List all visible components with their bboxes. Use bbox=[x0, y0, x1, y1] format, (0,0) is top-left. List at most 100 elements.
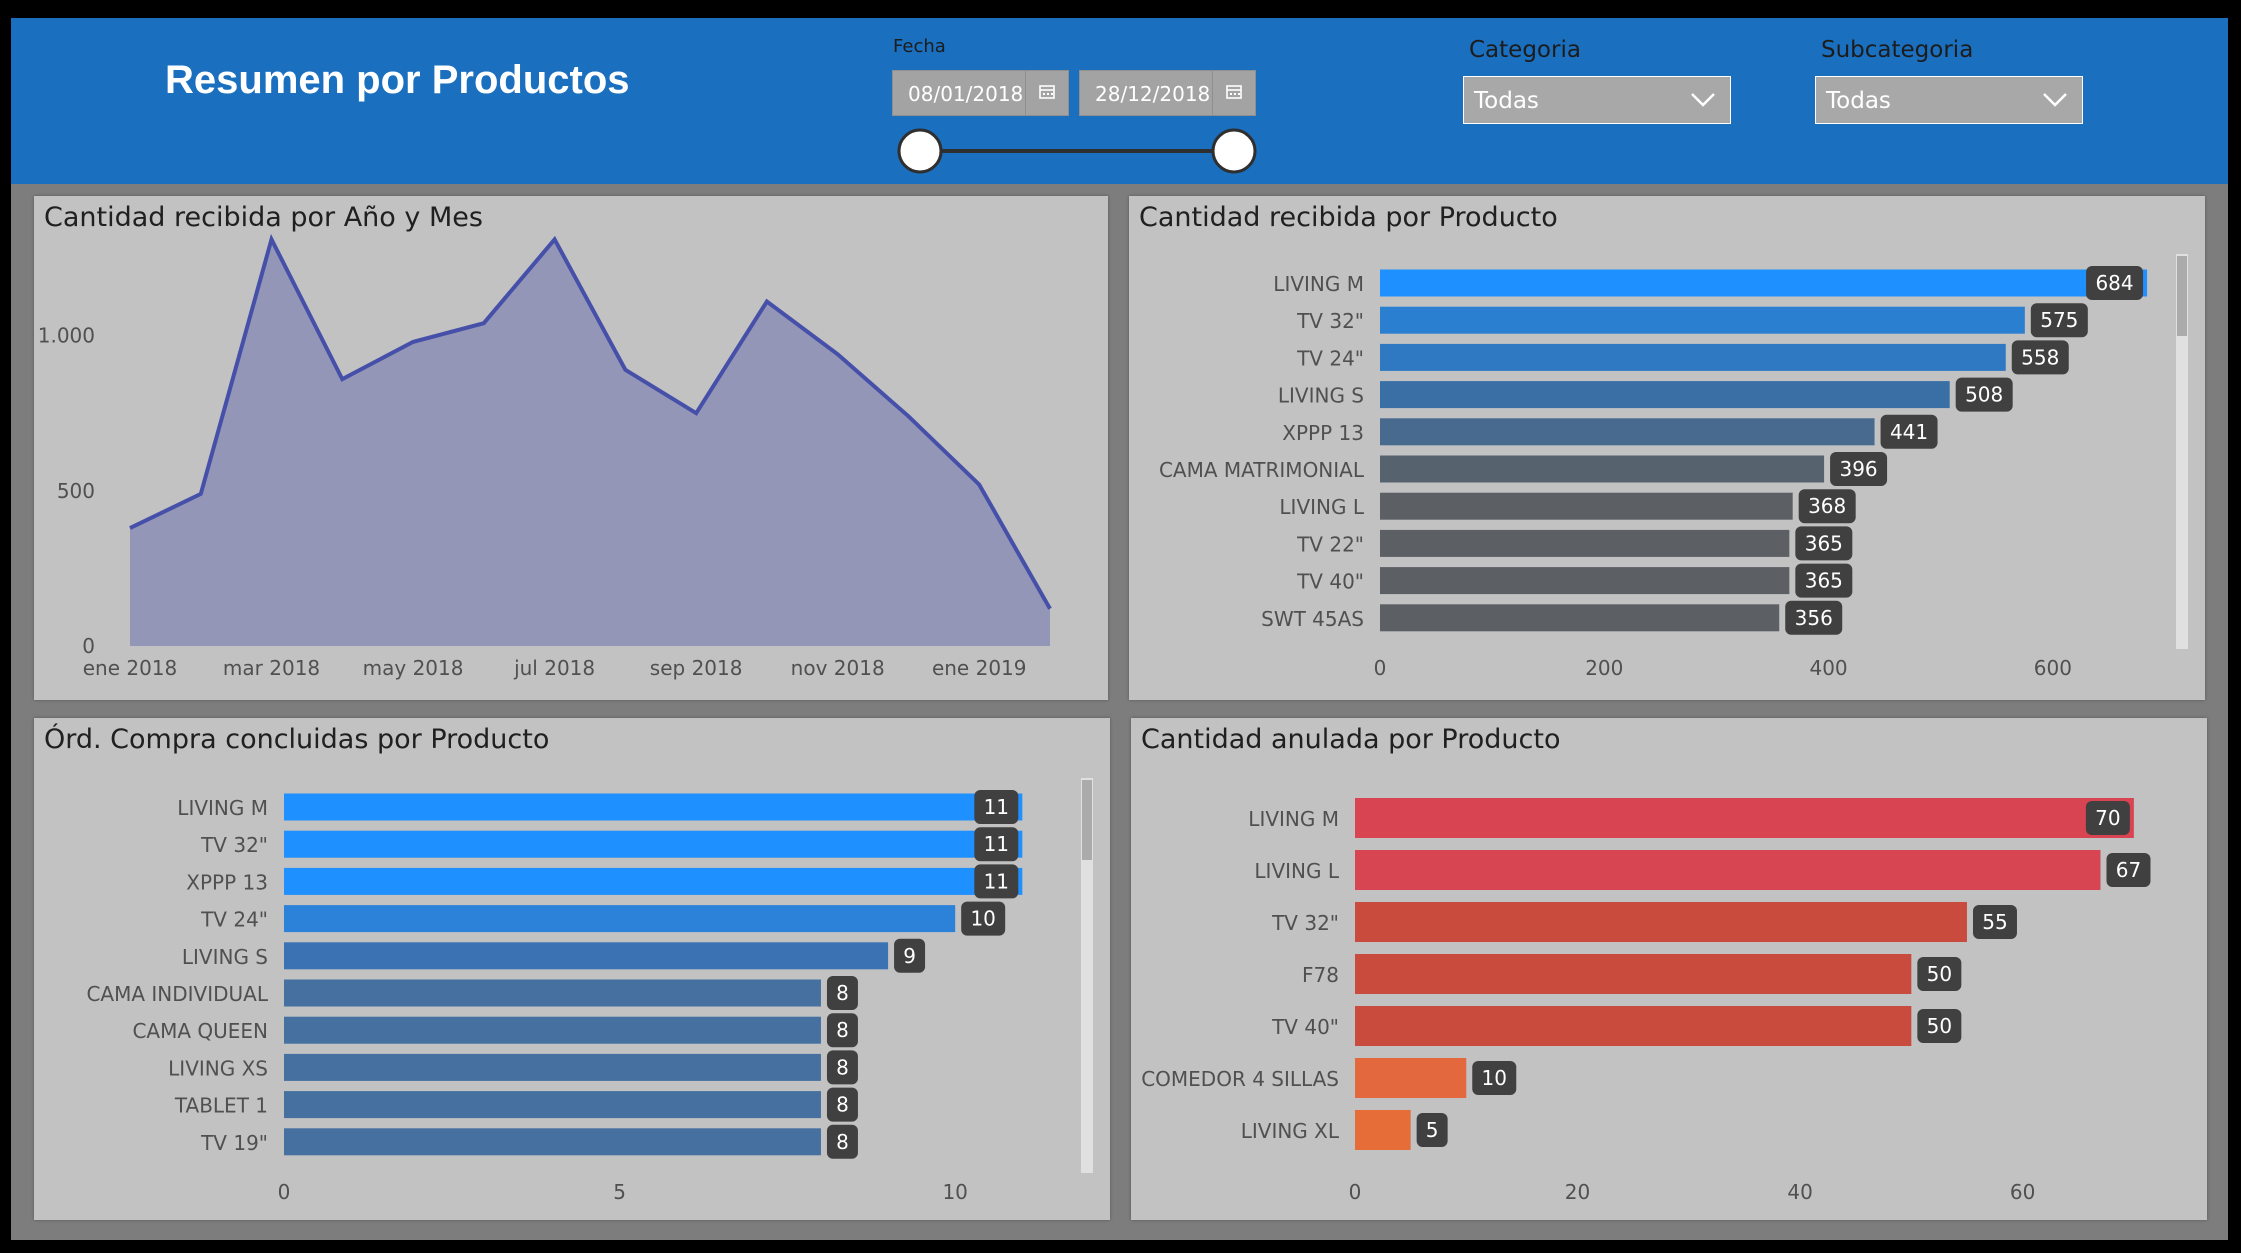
data-label: 8 bbox=[836, 1018, 849, 1042]
x-tick-label: 60 bbox=[2010, 1180, 2035, 1204]
category-label: SWT 45AS bbox=[1261, 607, 1364, 631]
x-tick-label: 10 bbox=[942, 1180, 967, 1204]
bar bbox=[284, 793, 1023, 821]
data-label: 8 bbox=[836, 1093, 849, 1117]
category-label: COMEDOR 4 SILLAS bbox=[1141, 1067, 1339, 1091]
x-tick-label: sep 2018 bbox=[650, 656, 743, 680]
data-label: 10 bbox=[1482, 1066, 1507, 1090]
category-label: TV 22" bbox=[1296, 532, 1364, 556]
bar bbox=[1380, 529, 1790, 557]
data-label: 67 bbox=[2116, 858, 2141, 882]
data-label: 575 bbox=[2040, 308, 2078, 332]
bar bbox=[284, 1128, 821, 1156]
bar bbox=[284, 1053, 821, 1081]
bar bbox=[1355, 954, 1912, 994]
bar bbox=[284, 1091, 821, 1119]
category-label: TV 32" bbox=[1271, 911, 1339, 935]
data-label: 558 bbox=[2021, 345, 2059, 369]
category-label: XPPP 13 bbox=[1282, 421, 1364, 445]
bar bbox=[1355, 1110, 1411, 1150]
data-label: 356 bbox=[1795, 606, 1833, 630]
data-label: 441 bbox=[1890, 420, 1928, 444]
data-label: 8 bbox=[836, 981, 849, 1005]
bar bbox=[1380, 381, 1950, 409]
bar bbox=[284, 830, 1023, 858]
x-tick-label: 5 bbox=[613, 1180, 626, 1204]
category-label: TABLET 1 bbox=[174, 1094, 268, 1118]
data-label: 8 bbox=[836, 1055, 849, 1079]
bar bbox=[284, 979, 821, 1007]
data-label: 8 bbox=[836, 1130, 849, 1154]
x-tick-label: nov 2018 bbox=[791, 656, 885, 680]
x-tick-label: 600 bbox=[2034, 656, 2072, 680]
x-tick-label: 20 bbox=[1565, 1180, 1590, 1204]
category-label: LIVING L bbox=[1279, 495, 1364, 519]
bar bbox=[284, 1016, 821, 1044]
data-label: 365 bbox=[1805, 569, 1843, 593]
category-label: CAMA QUEEN bbox=[132, 1019, 268, 1043]
bar bbox=[284, 867, 1023, 895]
data-label: 11 bbox=[984, 832, 1009, 856]
bar bbox=[1380, 455, 1825, 483]
category-label: LIVING L bbox=[1254, 859, 1339, 883]
data-label: 396 bbox=[1839, 457, 1877, 481]
category-label: TV 19" bbox=[200, 1131, 268, 1155]
data-label: 508 bbox=[1965, 383, 2003, 407]
area-fill bbox=[130, 239, 1050, 646]
x-tick-label: 400 bbox=[1809, 656, 1847, 680]
x-tick-label: 40 bbox=[1787, 1180, 1812, 1204]
y-tick-label: 1.000 bbox=[38, 324, 95, 348]
category-label: LIVING XS bbox=[168, 1056, 268, 1080]
data-label: 684 bbox=[2095, 271, 2133, 295]
x-tick-label: may 2018 bbox=[363, 656, 464, 680]
data-label: 50 bbox=[1927, 962, 1952, 986]
bar bbox=[1355, 1058, 1467, 1098]
y-tick-label: 500 bbox=[57, 479, 95, 503]
category-label: LIVING S bbox=[182, 945, 268, 969]
category-label: TV 40" bbox=[1296, 570, 1364, 594]
x-tick-label: mar 2018 bbox=[223, 656, 320, 680]
x-tick-label: jul 2018 bbox=[513, 656, 595, 680]
data-label: 368 bbox=[1808, 494, 1846, 518]
category-label: CAMA INDIVIDUAL bbox=[86, 982, 268, 1006]
data-label: 10 bbox=[970, 907, 995, 931]
category-label: LIVING M bbox=[1273, 272, 1364, 296]
bar bbox=[284, 942, 889, 970]
data-label: 11 bbox=[984, 795, 1009, 819]
bar bbox=[1380, 492, 1793, 520]
bar bbox=[1355, 902, 1967, 942]
bar bbox=[284, 905, 956, 933]
category-label: LIVING XL bbox=[1241, 1119, 1340, 1143]
bar bbox=[1380, 604, 1780, 632]
data-label: 9 bbox=[903, 944, 916, 968]
category-label: XPPP 13 bbox=[186, 870, 268, 894]
category-label: TV 32" bbox=[200, 833, 268, 857]
category-label: CAMA MATRIMONIAL bbox=[1159, 458, 1365, 482]
category-label: LIVING S bbox=[1278, 384, 1364, 408]
bar bbox=[1380, 269, 2148, 297]
x-tick-label: ene 2018 bbox=[83, 656, 178, 680]
data-label: 55 bbox=[1982, 910, 2007, 934]
category-label: LIVING M bbox=[177, 796, 268, 820]
category-label: TV 32" bbox=[1296, 309, 1364, 333]
x-tick-label: 0 bbox=[1349, 1180, 1362, 1204]
bar bbox=[1355, 798, 2134, 838]
bar bbox=[1380, 418, 1875, 446]
bar bbox=[1380, 567, 1790, 595]
category-label: F78 bbox=[1302, 963, 1339, 987]
category-label: LIVING M bbox=[1248, 807, 1339, 831]
data-label: 70 bbox=[2095, 806, 2120, 830]
x-tick-label: 0 bbox=[1374, 656, 1387, 680]
data-label: 365 bbox=[1805, 531, 1843, 555]
x-tick-label: 0 bbox=[278, 1180, 291, 1204]
bar bbox=[1355, 1006, 1912, 1046]
bar bbox=[1380, 306, 2025, 334]
data-label: 11 bbox=[984, 869, 1009, 893]
category-label: TV 40" bbox=[1271, 1015, 1339, 1039]
category-label: TV 24" bbox=[1296, 346, 1364, 370]
x-tick-label: ene 2019 bbox=[932, 656, 1027, 680]
bar bbox=[1380, 343, 2006, 371]
bar bbox=[1355, 850, 2101, 890]
category-label: TV 24" bbox=[200, 908, 268, 932]
data-label: 5 bbox=[1426, 1118, 1439, 1142]
